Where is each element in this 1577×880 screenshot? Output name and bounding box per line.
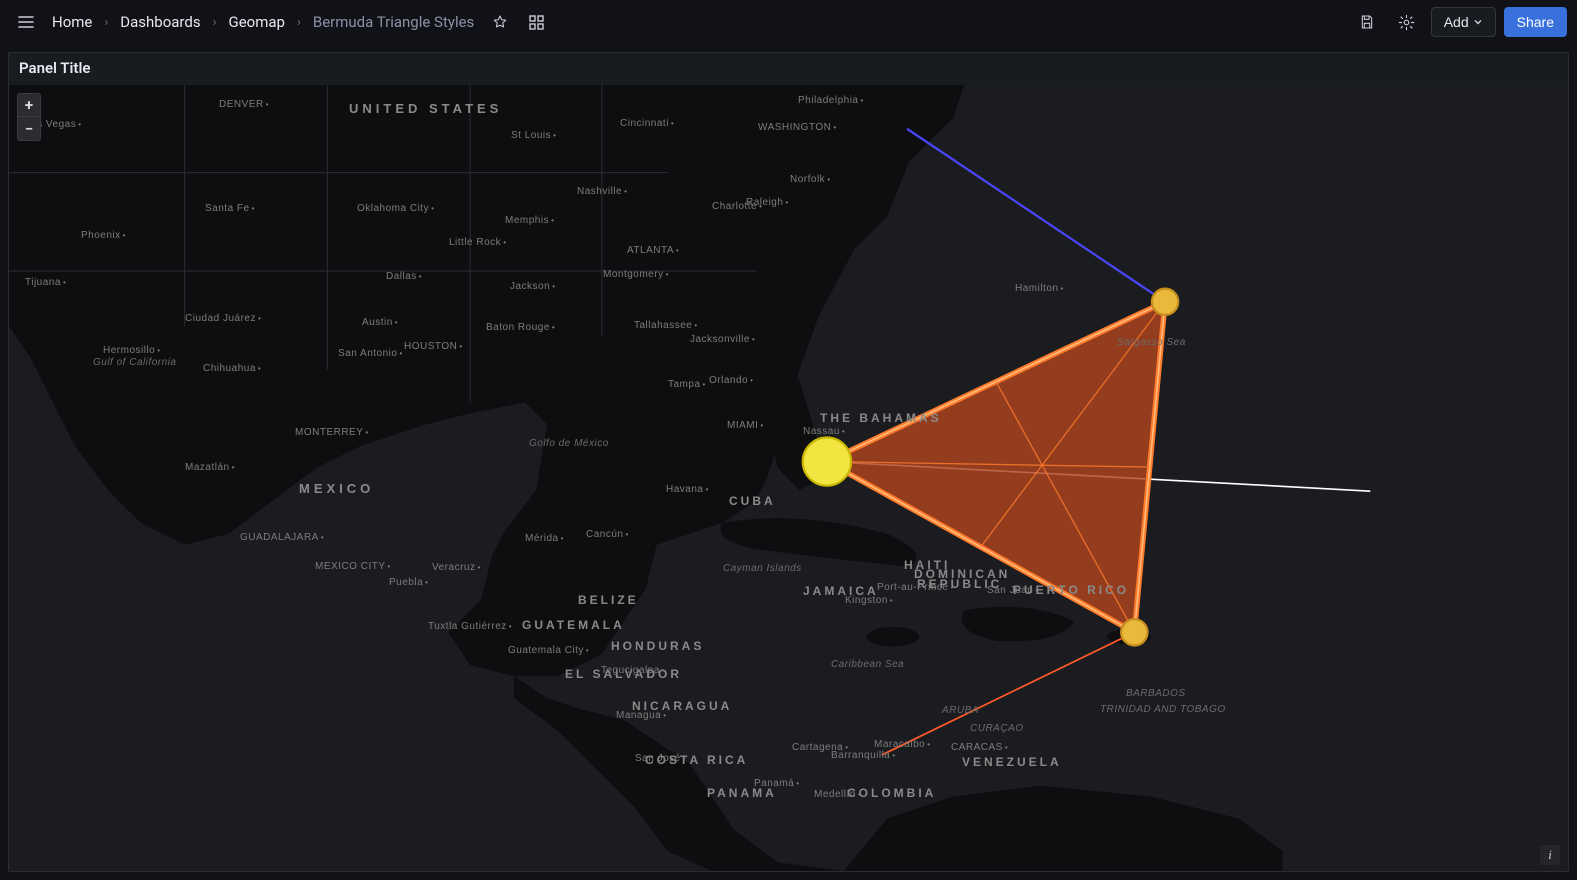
- panel: Panel Title + −: [8, 52, 1569, 872]
- hamburger-icon: [17, 13, 35, 31]
- nav-left: Home › Dashboards › Geomap › Bermuda Tri…: [10, 6, 1351, 38]
- marker-miami[interactable]: [803, 437, 851, 485]
- chevron-down-icon: [1473, 17, 1483, 27]
- add-button-label: Add: [1444, 14, 1469, 30]
- marker-bermuda[interactable]: [1152, 289, 1178, 315]
- hamburger-menu-button[interactable]: [10, 6, 42, 38]
- save-icon: [1359, 14, 1375, 30]
- breadcrumb-current: Bermuda Triangle Styles: [307, 9, 480, 35]
- favorite-button[interactable]: [484, 6, 516, 38]
- apps-grid-icon: [529, 15, 544, 30]
- edge-extension-blue: [907, 129, 1165, 302]
- panel-title[interactable]: Panel Title: [9, 53, 1568, 85]
- zoom-control: + −: [17, 93, 41, 141]
- top-navbar: Home › Dashboards › Geomap › Bermuda Tri…: [0, 0, 1577, 44]
- nav-right: Add Share: [1351, 6, 1567, 38]
- breadcrumb-home[interactable]: Home: [46, 9, 98, 35]
- breadcrumb-sep: ›: [211, 15, 219, 30]
- breadcrumb-section[interactable]: Geomap: [222, 9, 290, 35]
- breadcrumb-dashboards[interactable]: Dashboards: [114, 9, 206, 35]
- breadcrumb-sep: ›: [295, 15, 303, 30]
- save-dashboard-button[interactable]: [1351, 6, 1383, 38]
- dashboard-body: Panel Title + −: [0, 44, 1577, 880]
- marker-sanjuan[interactable]: [1121, 619, 1147, 645]
- zoom-out-button[interactable]: −: [17, 117, 41, 141]
- zoom-in-button[interactable]: +: [17, 93, 41, 117]
- share-button-label: Share: [1517, 14, 1554, 30]
- share-button[interactable]: Share: [1504, 7, 1567, 37]
- gear-icon: [1398, 14, 1415, 31]
- breadcrumb-sep: ›: [102, 15, 110, 30]
- geomap-panel[interactable]: + −: [9, 85, 1568, 871]
- apps-button[interactable]: [520, 6, 552, 38]
- overlay-layer: [9, 85, 1568, 871]
- map-attribution-button[interactable]: i: [1540, 845, 1560, 865]
- edge-extension-orange: [882, 632, 1135, 755]
- star-icon: [492, 14, 508, 30]
- settings-button[interactable]: [1391, 6, 1423, 38]
- add-button[interactable]: Add: [1431, 7, 1496, 37]
